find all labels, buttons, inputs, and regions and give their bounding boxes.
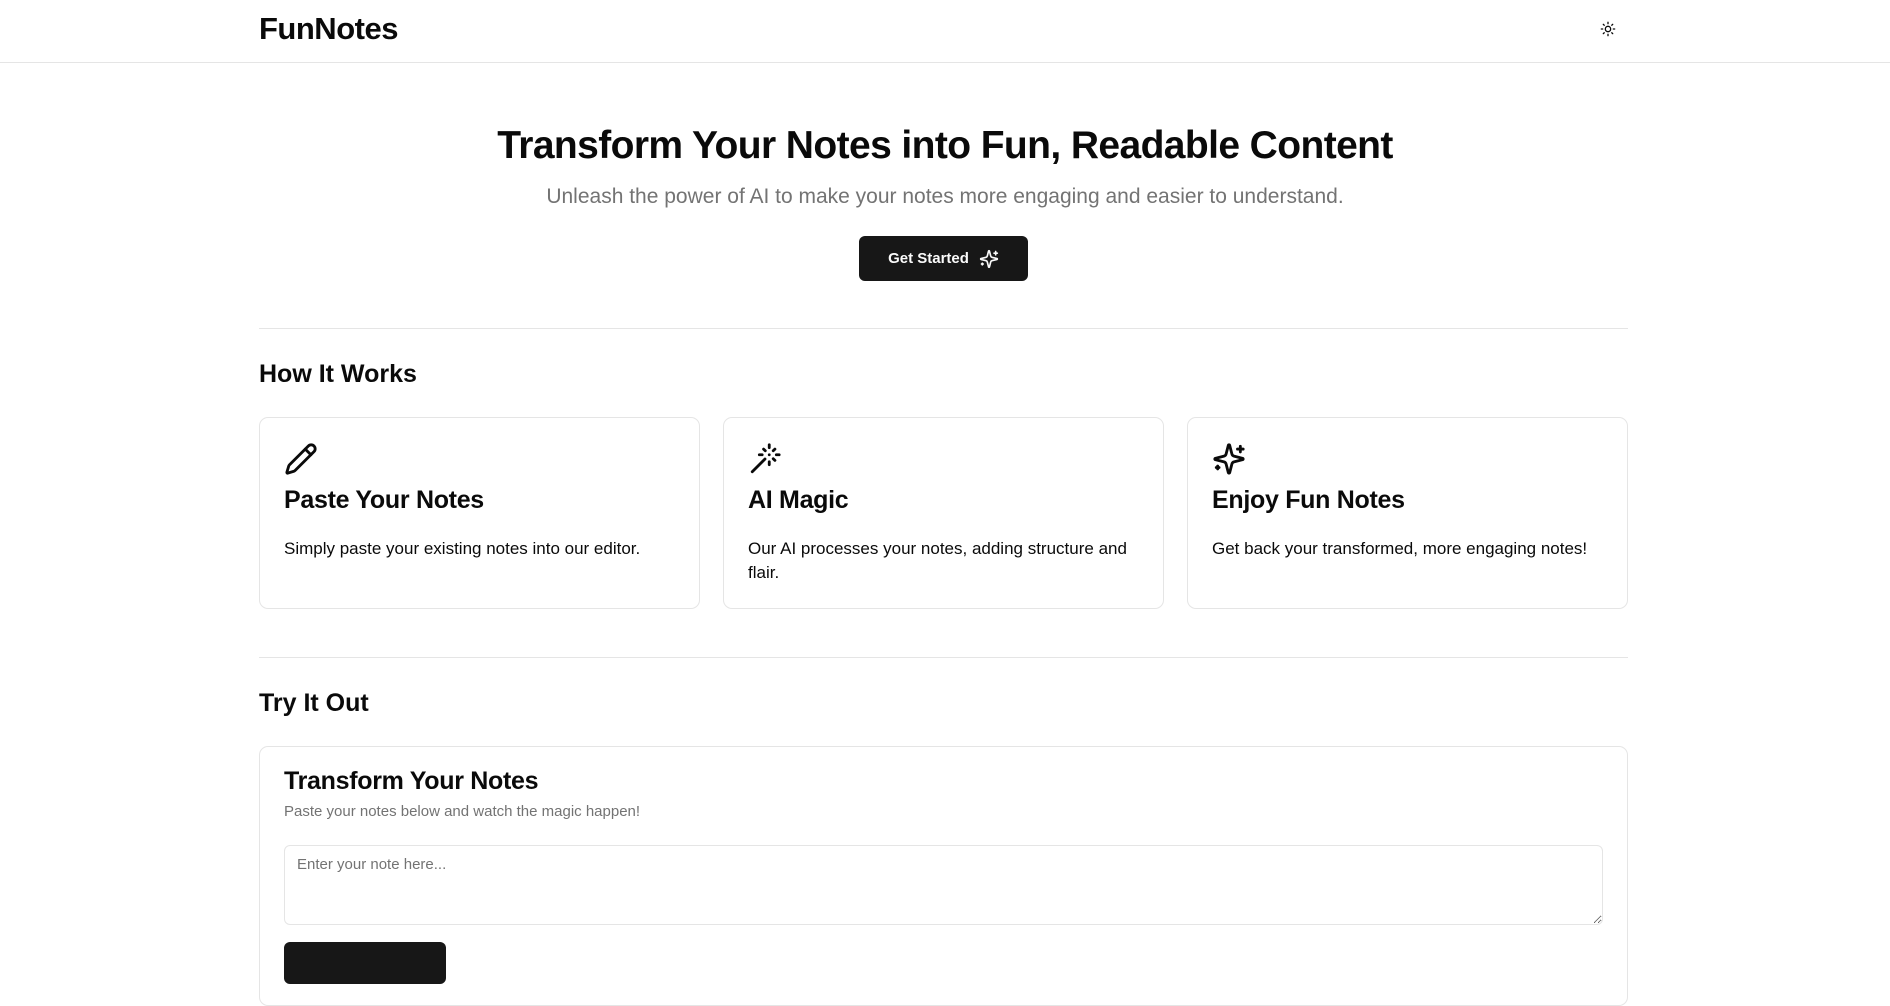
transform-notes-card: Transform Your Notes Paste your notes be… bbox=[259, 746, 1628, 1006]
get-started-label: Get Started bbox=[888, 250, 969, 267]
step-card-enjoy: Enjoy Fun Notes Get back your transforme… bbox=[1187, 417, 1628, 609]
brand-logo[interactable]: FunNotes bbox=[259, 11, 398, 47]
section-divider bbox=[259, 328, 1628, 329]
get-started-button[interactable]: Get Started bbox=[859, 236, 1028, 281]
transform-button[interactable] bbox=[284, 942, 446, 984]
step-description: Get back your transformed, more engaging… bbox=[1212, 539, 1588, 558]
transform-card-description: Paste your notes below and watch the mag… bbox=[284, 803, 641, 820]
try-it-out-title: Try It Out bbox=[259, 689, 369, 717]
sparkles-icon bbox=[979, 249, 999, 268]
step-title: Enjoy Fun Notes bbox=[1212, 486, 1405, 514]
pencil-icon bbox=[285, 443, 317, 475]
how-it-works-title: How It Works bbox=[259, 360, 417, 388]
theme-toggle-button[interactable] bbox=[1594, 15, 1622, 43]
step-card-paste: Paste Your Notes Simply paste your exist… bbox=[259, 417, 700, 609]
transform-card-title: Transform Your Notes bbox=[284, 767, 539, 795]
step-description: Simply paste your existing notes into ou… bbox=[284, 539, 641, 558]
section-divider bbox=[259, 657, 1628, 658]
hero-title: Transform Your Notes into Fun, Readable … bbox=[497, 124, 1393, 167]
magic-wand-icon bbox=[750, 443, 781, 474]
step-title: Paste Your Notes bbox=[284, 486, 484, 514]
step-card-ai-magic: AI Magic Our AI processes your notes, ad… bbox=[723, 417, 1164, 609]
hero-subtitle: Unleash the power of AI to make your not… bbox=[546, 185, 1344, 208]
step-description: Our AI processes your notes, adding stru… bbox=[748, 539, 1127, 582]
step-title: AI Magic bbox=[748, 486, 849, 514]
note-input[interactable] bbox=[284, 845, 1603, 925]
sun-icon bbox=[1600, 21, 1616, 37]
top-navbar: FunNotes bbox=[0, 0, 1890, 63]
sparkles-icon bbox=[1213, 443, 1245, 475]
